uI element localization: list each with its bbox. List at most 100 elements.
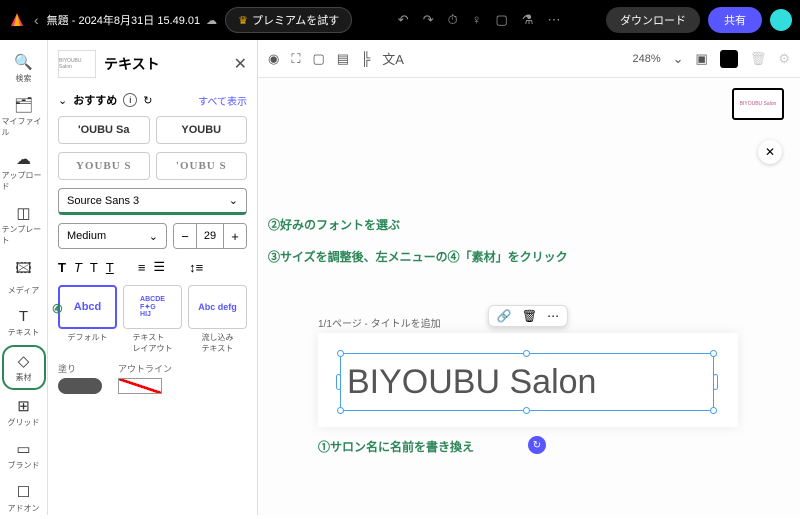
- cloud-icon: ☁: [206, 14, 217, 27]
- outline-label: アウトライン: [118, 362, 172, 375]
- handle[interactable]: [713, 374, 718, 390]
- handle[interactable]: [523, 350, 530, 357]
- sidebar-title: テキスト: [104, 54, 226, 74]
- artboard[interactable]: 🔗 🗑 ⋯ BIYOUBU Salon: [318, 333, 738, 427]
- size-plus[interactable]: +: [224, 224, 246, 248]
- bulb-icon[interactable]: ♀: [472, 12, 482, 28]
- handle[interactable]: [336, 374, 341, 390]
- doc-title-text: 無題 - 2024年8月31日 15.49.01: [47, 12, 200, 28]
- rail-grid[interactable]: ⊞グリッド: [2, 392, 46, 433]
- canvas-tool-1[interactable]: ▣: [696, 51, 708, 67]
- top-bar: ‹ 無題 - 2024年8月31日 15.49.01 ☁ ♛ プレミアムを試す …: [0, 0, 800, 40]
- close-icon[interactable]: ✕: [234, 54, 247, 74]
- rail-elements[interactable]: ◇素材: [2, 345, 46, 390]
- canvas-area: ◉ ⛶ ▢ ▤ ╠ 文A 248% ⌄ ▣ 🗑 ⚙ BIYOUBU Salon …: [258, 40, 800, 515]
- italic-icon[interactable]: T: [74, 260, 82, 275]
- chevron-down-icon: ⌄: [149, 230, 158, 243]
- settings-icon[interactable]: ⚙: [778, 51, 790, 67]
- close-bubble[interactable]: ✕: [758, 140, 782, 164]
- preset-2[interactable]: YOUBU: [156, 116, 248, 144]
- refresh-badge[interactable]: ↻: [528, 436, 546, 454]
- rail-upload[interactable]: ☁アップロード: [2, 145, 46, 197]
- preset-4[interactable]: 'OUBU S: [156, 152, 248, 180]
- trash-icon[interactable]: 🗑: [522, 309, 537, 323]
- canvas-tool-dark[interactable]: [720, 50, 738, 68]
- chevron-down-icon[interactable]: ⌄: [58, 94, 67, 107]
- format-row: T T T T ≡ ☰ ↕≡: [58, 257, 247, 277]
- expand-icon[interactable]: ⛶: [291, 51, 300, 67]
- more-icon[interactable]: ⋯: [547, 309, 559, 323]
- template-icon: ◫: [16, 204, 30, 222]
- handle[interactable]: [710, 350, 717, 357]
- handle[interactable]: [337, 407, 344, 414]
- size-input[interactable]: [196, 224, 224, 248]
- media-icon: 🖾: [15, 258, 31, 283]
- text-icon: T: [19, 308, 28, 325]
- doc-title[interactable]: 無題 - 2024年8月31日 15.49.01 ☁: [47, 12, 217, 28]
- bold-icon[interactable]: T: [58, 260, 66, 275]
- info-icon[interactable]: i: [123, 93, 137, 107]
- underline-icon[interactable]: T: [106, 260, 114, 275]
- addon-icon: ☐: [17, 483, 30, 501]
- style-default[interactable]: Abcdデフォルト: [58, 285, 117, 354]
- ruler-icon[interactable]: ╠: [361, 51, 370, 66]
- zoom-value[interactable]: 248%: [632, 53, 660, 65]
- style-layout[interactable]: ABCDEF✦GHIJテキスト レイアウト: [123, 285, 182, 354]
- page-icon[interactable]: ▤: [337, 51, 349, 67]
- rail-template[interactable]: ◫テンプレート: [2, 199, 46, 251]
- show-all-link[interactable]: すべて表示: [198, 93, 247, 108]
- comment-icon[interactable]: ▢: [496, 12, 508, 28]
- try-premium-button[interactable]: ♛ プレミアムを試す: [225, 7, 352, 33]
- eye-icon[interactable]: ◉: [268, 51, 279, 67]
- link-icon[interactable]: 🔗: [497, 309, 512, 323]
- preset-3[interactable]: YOUBU S: [58, 152, 150, 180]
- left-rail: 🔍検索 🗂マイファイル ☁アップロード ◫テンプレート 🖾メディア Tテキスト …: [0, 40, 48, 515]
- weight-select[interactable]: Medium ⌄: [58, 223, 167, 249]
- avatar[interactable]: [770, 9, 792, 31]
- stopwatch-icon[interactable]: ⏱: [448, 12, 458, 28]
- page-label[interactable]: 1/1ページ - タイトルを追加: [318, 315, 441, 330]
- chevron-down-icon[interactable]: ⌄: [673, 51, 684, 67]
- app-logo[interactable]: [8, 11, 26, 29]
- rail-search[interactable]: 🔍検索: [2, 48, 46, 89]
- fill-swatch[interactable]: [58, 378, 102, 394]
- uppercase-icon[interactable]: T: [90, 260, 98, 275]
- list-icon[interactable]: ☰: [153, 259, 165, 275]
- header-icons: ↶ ↷ ⏱ ♀ ▢ ⚗ ⋯: [360, 12, 598, 28]
- spacing-icon[interactable]: ↕≡: [189, 260, 203, 275]
- text-sidebar: BIYOUBU Salon テキスト ✕ ⌄ おすすめ i ↻ すべて表示 'O…: [48, 40, 258, 515]
- flask-icon[interactable]: ⚗: [522, 12, 534, 28]
- rail-brand[interactable]: ▭ブランド: [2, 435, 46, 476]
- translate-icon[interactable]: 文A: [382, 49, 404, 68]
- share-button[interactable]: 共有: [708, 7, 762, 33]
- style-flow[interactable]: Abc defg流し込み テキスト: [188, 285, 247, 354]
- weight-name: Medium: [67, 230, 106, 242]
- mini-thumb[interactable]: BIYOUBU Salon: [732, 88, 784, 120]
- refresh-icon[interactable]: ↻: [143, 94, 152, 107]
- download-button[interactable]: ダウンロード: [606, 7, 700, 33]
- chevron-left-icon[interactable]: ‹: [34, 12, 39, 28]
- preset-1[interactable]: 'OUBU Sa: [58, 116, 150, 144]
- font-select[interactable]: Source Sans 3 ⌄: [58, 188, 247, 215]
- rect-icon[interactable]: ▢: [312, 51, 324, 67]
- trash-icon[interactable]: 🗑: [750, 51, 767, 67]
- rail-addon[interactable]: ☐アドオン: [2, 478, 46, 519]
- rail-files[interactable]: 🗂マイファイル: [2, 91, 46, 143]
- annotation-1: ①サロン名に名前を書き換え: [318, 438, 474, 455]
- rail-text[interactable]: Tテキスト: [2, 303, 46, 343]
- redo-icon[interactable]: ↷: [423, 12, 434, 28]
- handle[interactable]: [710, 407, 717, 414]
- annotation-2: ②好みのフォントを選ぶ: [268, 216, 400, 233]
- rail-media[interactable]: 🖾メディア: [2, 253, 46, 301]
- outline-swatch[interactable]: [118, 378, 162, 394]
- brand-icon: ▭: [16, 440, 30, 458]
- folder-icon: 🗂: [14, 96, 33, 114]
- size-minus[interactable]: −: [174, 224, 196, 248]
- handle[interactable]: [337, 350, 344, 357]
- fill-label: 塗り: [58, 362, 102, 375]
- handle[interactable]: [523, 407, 530, 414]
- text-element[interactable]: BIYOUBU Salon: [340, 353, 714, 411]
- undo-icon[interactable]: ↶: [398, 12, 409, 28]
- more-icon[interactable]: ⋯: [547, 12, 560, 28]
- align-icon[interactable]: ≡: [138, 260, 146, 275]
